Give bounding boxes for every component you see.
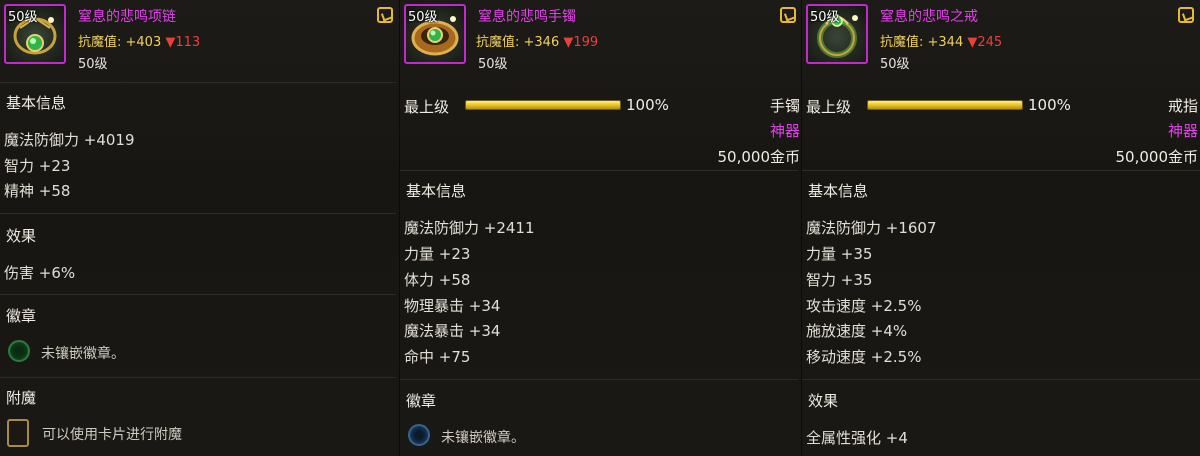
stat-line: 精神 +58 — [4, 182, 71, 200]
section-basic-info: 基本信息 — [406, 182, 467, 200]
price: 50,000金币 — [1115, 148, 1199, 166]
upgrade-progress-bar — [867, 100, 1023, 110]
section-emblem: 徽章 — [406, 392, 437, 410]
effect-line: 全属性强化 +4 — [806, 429, 908, 447]
emblem-text: 未镶嵌徽章。 — [441, 430, 525, 446]
level-tag: 50级 — [8, 10, 38, 25]
item-tooltip-ring: 50级 窒息的悲鸣之戒 抗魔值: +344 ▼245 50级 最上级 100% … — [802, 0, 1200, 456]
rarity: 神器 — [1167, 122, 1198, 140]
section-effect: 效果 — [808, 392, 839, 410]
compare-icon[interactable] — [377, 7, 393, 23]
stat-line: 魔法防御力 +4019 — [4, 131, 135, 149]
section-basic-info: 基本信息 — [6, 94, 67, 112]
stat-line: 施放速度 +4% — [806, 322, 908, 340]
section-effect: 效果 — [6, 227, 37, 245]
upgrade-progress-fill — [466, 101, 620, 109]
stat-line: 攻击速度 +2.5% — [806, 297, 922, 315]
magic-resist: 抗魔值: +344 ▼245 — [880, 31, 1002, 50]
divider — [0, 213, 396, 214]
divider — [0, 82, 396, 83]
upgrade-progress-bar — [465, 100, 621, 110]
slot-type: 手镯 — [769, 97, 800, 115]
resist-diff: ▼113 — [165, 35, 201, 50]
stat-line: 体力 +58 — [404, 271, 471, 289]
compare-icon[interactable] — [1178, 7, 1194, 23]
effect-line: 伤害 +6% — [4, 264, 76, 282]
compare-icon[interactable] — [780, 7, 796, 23]
divider — [802, 170, 1200, 171]
tier-label: 最上级 — [806, 98, 852, 116]
stat-line: 魔法暴击 +34 — [404, 322, 501, 340]
emblem-slot-icon[interactable] — [408, 424, 430, 446]
progress-percent: 100% — [626, 96, 669, 114]
divider — [400, 170, 798, 171]
resist-label: 抗魔值: — [880, 35, 928, 50]
divider — [802, 379, 1200, 380]
stat-line: 物理暴击 +34 — [404, 297, 501, 315]
required-level: 50级 — [880, 57, 910, 72]
tier-label: 最上级 — [404, 98, 450, 116]
stat-line: 力量 +35 — [806, 245, 873, 263]
stat-line: 智力 +35 — [806, 271, 873, 289]
magic-resist: 抗魔值: +403 ▼113 — [78, 31, 200, 50]
stat-line: 智力 +23 — [4, 157, 71, 175]
emblem-text: 未镶嵌徽章。 — [41, 346, 125, 362]
emblem-slot-icon[interactable] — [8, 340, 30, 362]
item-name: 窒息的悲鸣手镯 — [478, 9, 576, 25]
level-tag: 50级 — [408, 10, 438, 25]
resist-value: +346 — [523, 35, 560, 50]
progress-percent: 100% — [1028, 96, 1071, 114]
section-emblem: 徽章 — [6, 307, 37, 325]
resist-label: 抗魔值: — [476, 35, 524, 50]
required-level: 50级 — [478, 57, 508, 72]
necklace-icon[interactable]: 50级 — [4, 4, 66, 64]
price: 50,000金币 — [717, 148, 801, 166]
ring-icon[interactable]: 50级 — [806, 4, 868, 64]
divider — [0, 294, 396, 295]
level-tag: 50级 — [810, 10, 840, 25]
magic-resist: 抗魔值: +346 ▼199 — [476, 31, 598, 50]
item-name: 窒息的悲鸣之戒 — [880, 9, 978, 25]
upgrade-progress-fill — [868, 101, 1022, 109]
enchant-text: 可以使用卡片进行附魔 — [42, 427, 182, 443]
resist-diff: ▼199 — [563, 35, 599, 50]
item-tooltip-necklace: 50级 窒息的悲鸣项链 抗魔值: +403 ▼113 50级 基本信息 魔法防御… — [0, 0, 400, 456]
slot-type: 戒指 — [1167, 97, 1198, 115]
stat-line: 力量 +23 — [404, 245, 471, 263]
stat-line: 魔法防御力 +1607 — [806, 219, 937, 237]
stat-line: 魔法防御力 +2411 — [404, 219, 535, 237]
section-enchant: 附魔 — [6, 389, 37, 407]
divider — [400, 379, 798, 380]
resist-diff: ▼245 — [967, 35, 1003, 50]
required-level: 50级 — [78, 57, 108, 72]
item-tooltip-bracelet: 50级 窒息的悲鸣手镯 抗魔值: +346 ▼199 50级 最上级 100% … — [400, 0, 802, 456]
item-name: 窒息的悲鸣项链 — [78, 9, 176, 25]
rarity: 神器 — [769, 122, 800, 140]
divider — [0, 377, 396, 378]
bracelet-icon[interactable]: 50级 — [404, 4, 466, 64]
stat-line: 移动速度 +2.5% — [806, 348, 922, 366]
resist-value: +403 — [125, 35, 162, 50]
section-basic-info: 基本信息 — [808, 182, 869, 200]
stat-line: 命中 +75 — [404, 348, 471, 366]
resist-value: +344 — [927, 35, 964, 50]
card-slot-icon[interactable] — [7, 419, 29, 447]
resist-label: 抗魔值: — [78, 35, 126, 50]
